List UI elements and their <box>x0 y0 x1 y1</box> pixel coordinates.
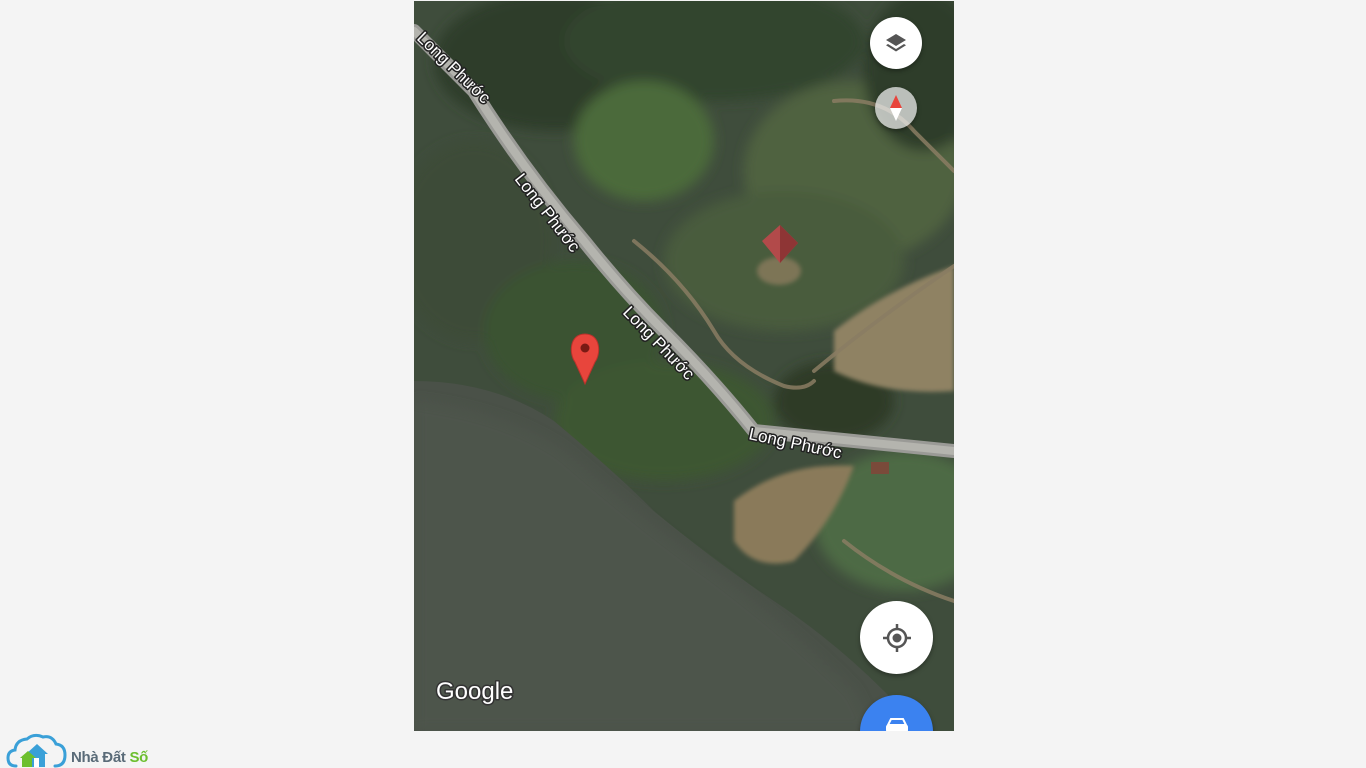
google-attribution: Google <box>436 678 513 705</box>
my-location-button[interactable] <box>860 601 933 674</box>
brand-watermark: Nhà Đất Số <box>6 732 148 768</box>
brand-name: Nhà Đất Số <box>71 749 148 766</box>
cloud-house-icon <box>6 733 67 768</box>
brand-name-part: Nhà Đất <box>71 748 130 766</box>
my-location-icon <box>882 623 911 652</box>
slide-canvas: Long Phước Long Phước Long Phước Long Ph… <box>0 0 1366 768</box>
building-small <box>871 462 889 474</box>
car-icon <box>885 718 908 731</box>
map-view[interactable]: Long Phước Long Phước Long Phước Long Ph… <box>414 1 954 731</box>
layers-icon <box>886 34 906 52</box>
layers-button[interactable] <box>870 17 922 69</box>
brand-name-accent: Số <box>129 748 149 766</box>
compass-button[interactable] <box>875 87 917 129</box>
compass-icon <box>890 95 902 121</box>
